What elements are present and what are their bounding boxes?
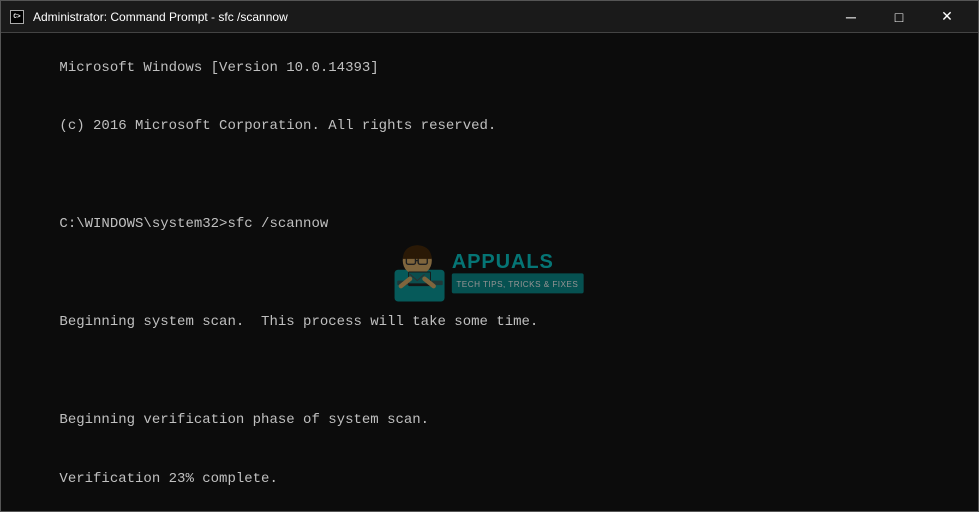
window-title: Administrator: Command Prompt - sfc /sca… (33, 10, 288, 24)
terminal-line-9: Verification 23% complete. (59, 471, 277, 487)
title-bar-controls: ─ □ ✕ (828, 3, 970, 31)
close-button[interactable]: ✕ (924, 3, 970, 31)
minimize-button[interactable]: ─ (828, 3, 874, 31)
maximize-button[interactable]: □ (876, 3, 922, 31)
terminal-output: Microsoft Windows [Version 10.0.14393] (… (9, 39, 970, 509)
cmd-icon (9, 9, 25, 25)
terminal-body[interactable]: Microsoft Windows [Version 10.0.14393] (… (1, 33, 978, 511)
terminal-line-2: (c) 2016 Microsoft Corporation. All righ… (59, 118, 496, 134)
cmd-window: Administrator: Command Prompt - sfc /sca… (0, 0, 979, 512)
terminal-line-6: Beginning system scan. This process will… (59, 314, 538, 330)
terminal-line-1: Microsoft Windows [Version 10.0.14393] (59, 60, 378, 76)
terminal-line-4: C:\WINDOWS\system32>sfc /scannow (59, 216, 328, 232)
terminal-line-8: Beginning verification phase of system s… (59, 412, 429, 428)
title-bar-left: Administrator: Command Prompt - sfc /sca… (9, 9, 288, 25)
title-bar: Administrator: Command Prompt - sfc /sca… (1, 1, 978, 33)
